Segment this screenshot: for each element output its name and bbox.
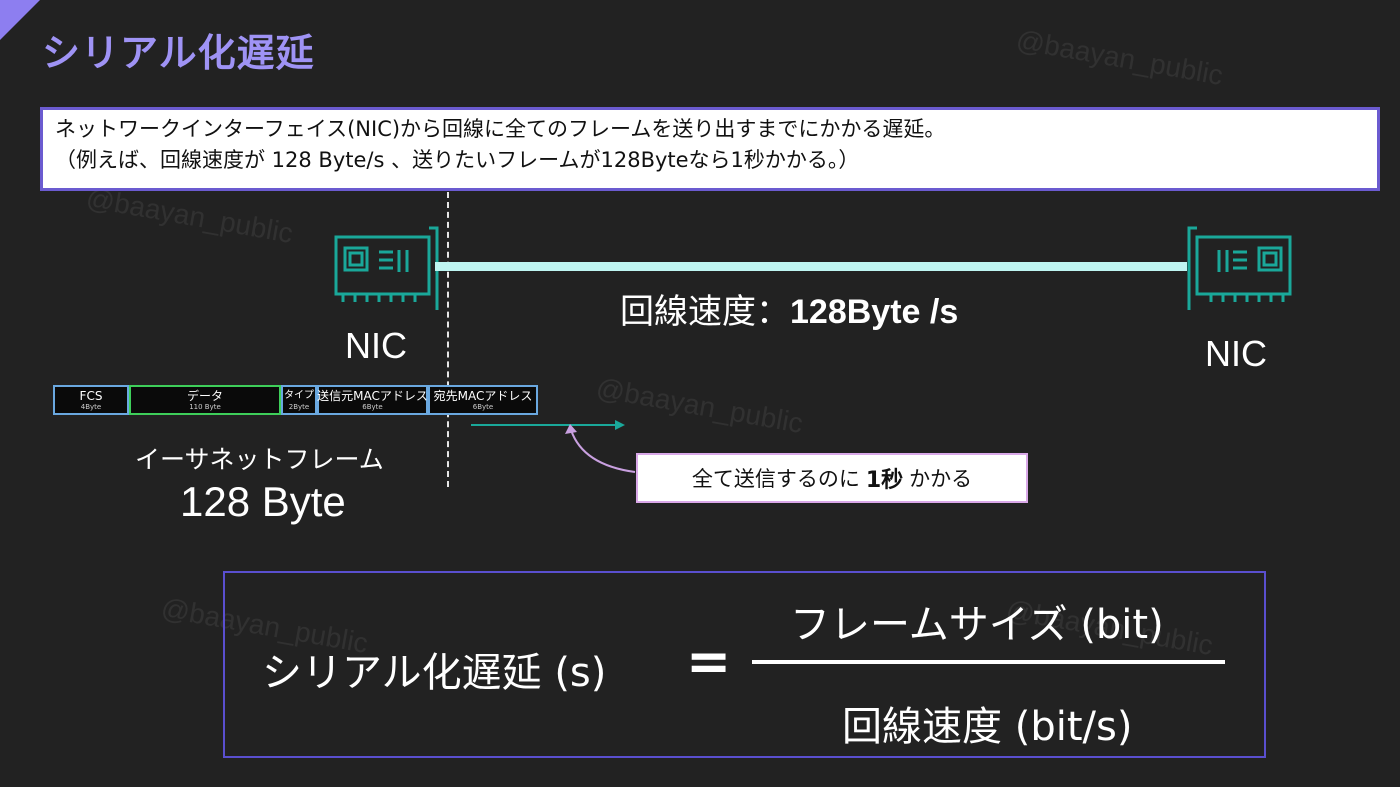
description-box: ネットワークインターフェイス(NIC)から回線に全てのフレームを送り出すまでにか… bbox=[40, 107, 1380, 191]
callout-pointer-arrow bbox=[570, 429, 636, 473]
watermark: @baayan_public bbox=[1013, 24, 1226, 91]
callout-emphasis: 1秒 bbox=[865, 468, 904, 493]
nic-card-right-icon bbox=[1187, 226, 1292, 310]
corner-decoration bbox=[0, 0, 40, 40]
frame-field-fcs: FCS 4Byte bbox=[53, 385, 129, 415]
ethernet-frame-label: イーサネットフレーム bbox=[135, 445, 384, 474]
network-link-line bbox=[435, 262, 1187, 271]
frame-field-src-mac: 送信元MACアドレス 6Byte bbox=[317, 385, 428, 415]
nic-right-label: NIC bbox=[1205, 333, 1267, 374]
slide-title: シリアル化遅延 bbox=[42, 31, 315, 75]
frame-field-size: 4Byte bbox=[80, 403, 102, 411]
frame-field-size: 110 Byte bbox=[189, 403, 221, 411]
watermark: @baayan_public bbox=[83, 182, 296, 249]
frame-field-name: データ bbox=[186, 389, 223, 403]
callout-suffix: かかる bbox=[909, 467, 973, 491]
link-speed-label: 回線速度：128Byte /s bbox=[620, 284, 958, 333]
callout-prefix: 全て送信するのに bbox=[691, 467, 860, 491]
ethernet-frame-size: 128 Byte bbox=[180, 478, 346, 525]
formula-numerator: フレームサイズ (bit) bbox=[790, 602, 1164, 648]
frame-field-name: 宛先MACアドレス bbox=[433, 389, 533, 403]
nic-left-label: NIC bbox=[345, 325, 407, 366]
frame-field-name: 送信元MACアドレス bbox=[317, 389, 428, 403]
nic-card-left-icon bbox=[334, 226, 439, 310]
boundary-dashed-line bbox=[447, 192, 449, 487]
frame-field-size: 6Byte bbox=[362, 403, 383, 411]
description-line-2: （例えば、回線速度が 128 Byte/s 、送りたいフレームが128Byteな… bbox=[55, 148, 860, 172]
description-line-1: ネットワークインターフェイス(NIC)から回線に全てのフレームを送り出すまでにか… bbox=[55, 117, 946, 141]
formula-lhs: シリアル化遅延 (s) bbox=[262, 650, 607, 696]
link-speed-value: 128Byte /s bbox=[790, 293, 959, 331]
formula-fraction-bar bbox=[752, 660, 1225, 664]
frame-field-name: FCS bbox=[79, 389, 103, 403]
formula-denominator: 回線速度 (bit/s) bbox=[842, 704, 1133, 750]
frame-field-data: データ 110 Byte bbox=[129, 385, 281, 415]
frame-field-name: タイプ bbox=[284, 390, 314, 401]
frame-field-size: 2Byte bbox=[288, 403, 310, 411]
arrow-head-icon bbox=[615, 420, 625, 430]
formula-equals: = bbox=[686, 630, 732, 693]
link-speed-prefix: 回線速度： bbox=[620, 292, 790, 332]
transmit-time-callout: 全て送信するのに 1秒 かかる bbox=[636, 453, 1028, 503]
frame-field-type: タイプ 2Byte bbox=[281, 385, 317, 415]
